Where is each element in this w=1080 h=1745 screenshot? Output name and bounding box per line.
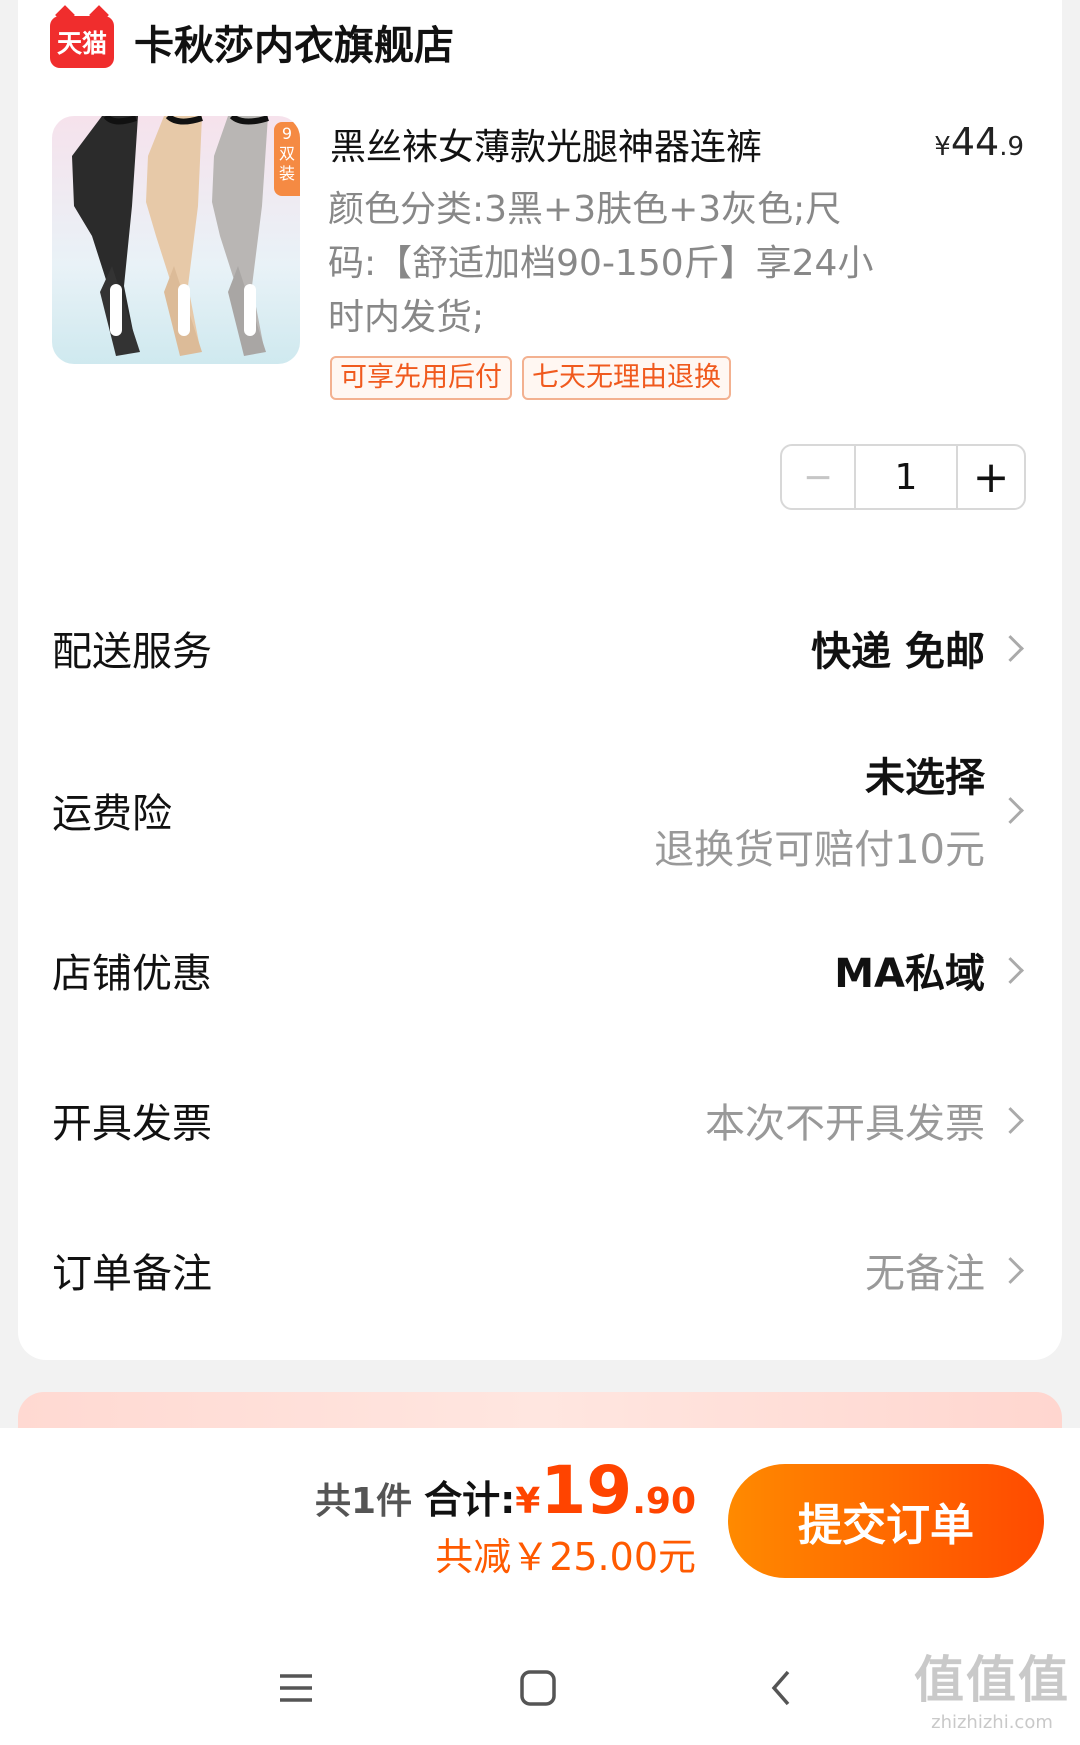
promo-banner-edge [18, 1392, 1062, 1432]
pack-badge: 9双装 [274, 122, 300, 196]
delivery-label: 配送服务 [52, 629, 212, 675]
shop-name[interactable]: 卡秋莎内衣旗舰店 [134, 13, 454, 71]
chevron-right-icon [997, 634, 1024, 662]
total-integer: 19 [540, 1452, 633, 1529]
chevron-right-icon [997, 956, 1024, 984]
insurance-label: 运费险 [52, 791, 172, 837]
discount-label: 店铺优惠 [52, 951, 212, 997]
order-note-row[interactable]: 订单备注 无备注 [52, 1230, 1028, 1310]
shop-discount-row[interactable]: 店铺优惠 MA私域 [52, 930, 1028, 1010]
service-tags: 可享先用后付 七天无理由退换 [330, 356, 731, 400]
legs-illustration [72, 116, 269, 356]
increase-button[interactable]: + [958, 446, 1024, 508]
invoice-value: 本次不开具发票 [705, 1101, 985, 1147]
invoice-label: 开具发票 [52, 1101, 212, 1147]
submit-order-button[interactable]: 提交订单 [728, 1464, 1044, 1578]
order-total: 共1件 合计: ¥19.90 [315, 1452, 696, 1529]
quantity-stepper: − 1 + [780, 444, 1026, 510]
total-discount: 共减￥25.00元 [435, 1535, 696, 1579]
delivery-row[interactable]: 配送服务 快递 免邮 [52, 608, 1028, 688]
insurance-sub: 退换货可赔付10元 [654, 827, 985, 873]
tag-pay-later: 可享先用后付 [330, 356, 512, 400]
invoice-row[interactable]: 开具发票 本次不开具发票 [52, 1080, 1028, 1160]
system-nav-bar: 值值值 zhizhizhi.com [0, 1640, 1080, 1745]
shop-header[interactable]: 天猫 卡秋莎内衣旗舰店 [50, 12, 454, 72]
delivery-value: 快递 免邮 [811, 629, 985, 675]
total-label: 合计: [424, 1478, 516, 1522]
note-label: 订单备注 [52, 1251, 212, 1297]
back-icon[interactable] [752, 1658, 812, 1718]
chevron-right-icon [997, 796, 1024, 824]
product-title[interactable]: 黑丝袜女薄款光腿神器连裤 [330, 118, 762, 170]
tag-seven-day-return: 七天无理由退换 [522, 356, 731, 400]
product-image[interactable]: 9双装 [52, 116, 300, 364]
quantity-value[interactable]: 1 [856, 446, 958, 508]
total-currency: ¥ [515, 1481, 541, 1522]
tmall-logo: 天猫 [50, 16, 114, 68]
watermark-logo: 值值值 [914, 1651, 1070, 1709]
insurance-value: 未选择 [865, 755, 985, 801]
shipping-insurance-row[interactable]: 运费险 未选择 退换货可赔付10元 [52, 745, 1028, 875]
decrease-button[interactable]: − [782, 446, 856, 508]
product-spec[interactable]: 颜色分类:3黑+3肤色+3灰色;尺码:【舒适加档90-150斤】享24小时内发货… [328, 183, 888, 345]
menu-icon[interactable] [266, 1658, 326, 1718]
product-price: ¥44.9 [934, 120, 1024, 164]
item-count: 共1件 [315, 1481, 413, 1522]
chevron-right-icon [997, 1106, 1024, 1134]
watermark: 值值值 zhizhizhi.com [914, 1640, 1070, 1733]
total-decimal: .90 [632, 1481, 696, 1522]
home-icon[interactable] [508, 1658, 568, 1718]
note-value: 无备注 [865, 1251, 985, 1297]
discount-value: MA私域 [834, 951, 985, 997]
watermark-url: zhizhizhi.com [931, 1712, 1053, 1733]
chevron-right-icon [997, 1256, 1024, 1284]
